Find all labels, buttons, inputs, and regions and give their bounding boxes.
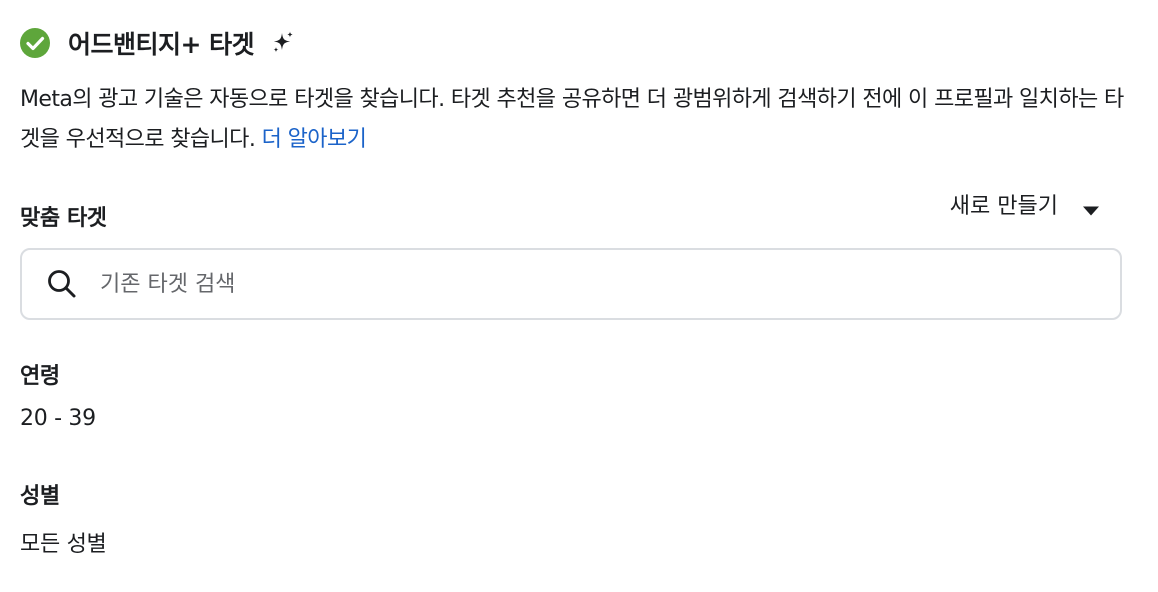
caret-down-icon: [1082, 198, 1100, 216]
custom-audience-label: 맞춤 타겟: [20, 206, 107, 231]
create-new-dropdown[interactable]: 새로 만들기: [950, 188, 1100, 220]
gender-label: 성별: [20, 484, 60, 509]
learn-more-link[interactable]: 더 알아보기: [262, 127, 367, 152]
audience-header: 어드밴티지+ 타겟: [20, 24, 296, 62]
search-input[interactable]: [98, 270, 1002, 298]
sparkle-icon: [270, 30, 296, 56]
audience-search-box[interactable]: [20, 248, 1122, 320]
description-text: Meta의 광고 기술은 자동으로 타겟을 찾습니다. 타겟 추천을 공유하면 …: [20, 87, 1124, 152]
age-label: 연령: [20, 364, 60, 389]
check-circle-icon: [20, 28, 50, 58]
page-title: 어드밴티지+ 타겟: [68, 30, 255, 59]
search-icon: [46, 268, 78, 300]
audience-description: Meta의 광고 기술은 자동으로 타겟을 찾습니다. 타겟 추천을 공유하면 …: [20, 80, 1140, 160]
gender-value: 모든 성별: [20, 532, 107, 557]
create-new-label: 새로 만들기: [949, 194, 1058, 219]
age-value: 20 - 39: [20, 406, 96, 431]
